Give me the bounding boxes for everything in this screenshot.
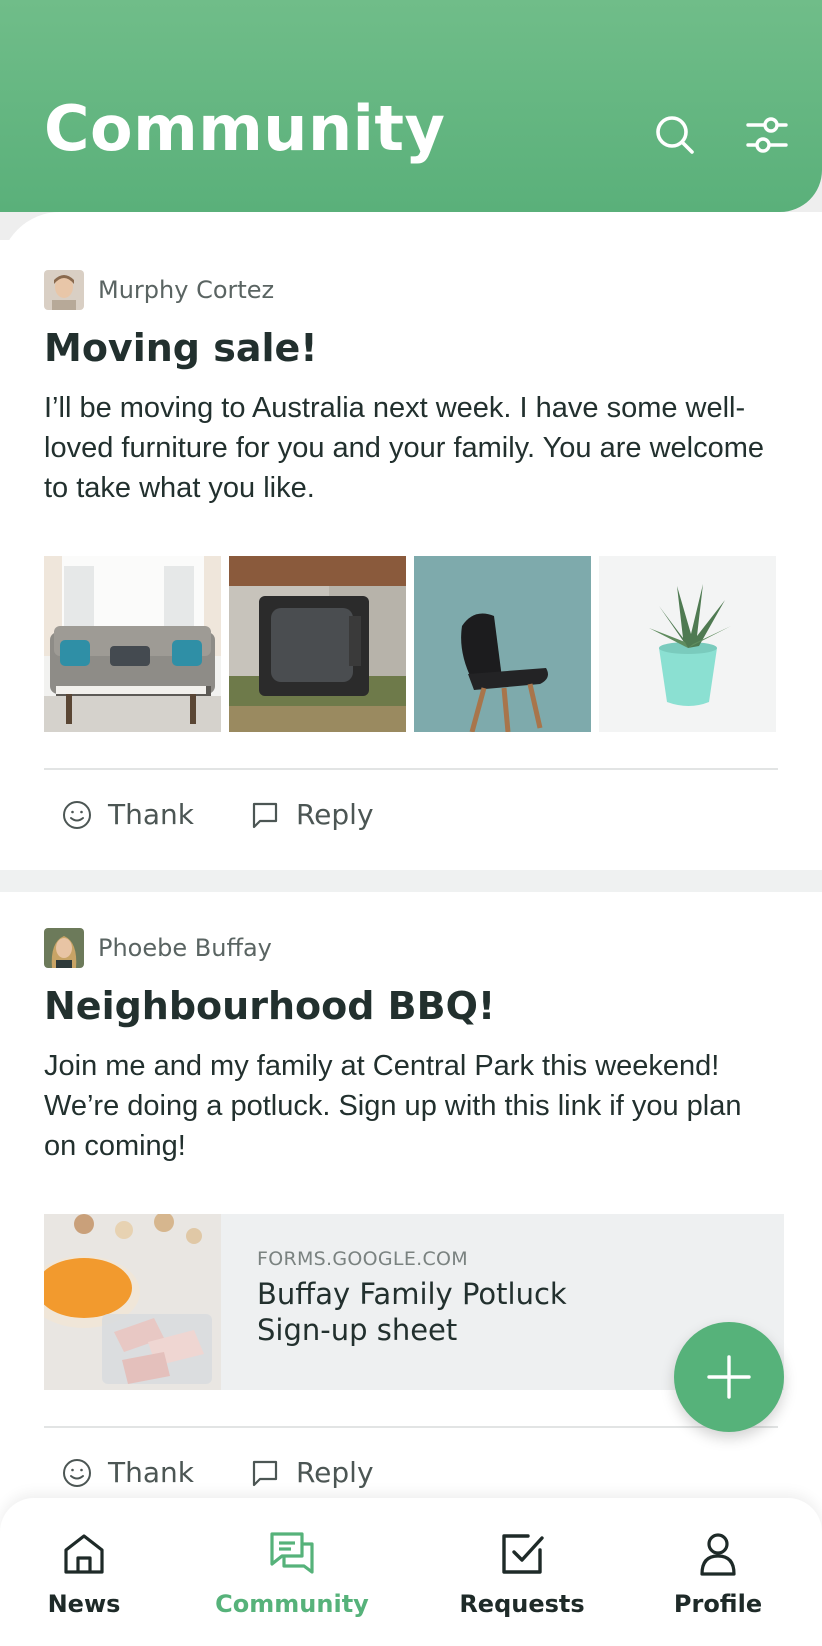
smile-icon: [63, 1458, 91, 1487]
home-icon: [64, 1534, 104, 1574]
new-post-button[interactable]: [674, 1322, 784, 1432]
post-title[interactable]: Moving sale!: [44, 326, 318, 370]
page-title: Community: [44, 92, 446, 165]
photo-tv[interactable]: [229, 556, 406, 732]
link-thumbnail: [44, 1214, 221, 1390]
plus-icon: [707, 1355, 751, 1399]
thank-label: Thank: [108, 1456, 194, 1489]
nav-item-requests[interactable]: Requests: [422, 1498, 622, 1646]
post-author[interactable]: Phoebe Buffay: [44, 928, 272, 968]
thank-label: Thank: [108, 798, 194, 831]
nav-item-community[interactable]: Community: [192, 1498, 392, 1646]
smile-icon: [63, 800, 91, 829]
author-name[interactable]: Phoebe Buffay: [98, 934, 272, 962]
post-title[interactable]: Neighbourhood BBQ!: [44, 984, 495, 1028]
post-actions: Thank Reply: [62, 798, 430, 831]
thank-button[interactable]: Thank: [62, 798, 194, 831]
post-actions: Thank Reply: [62, 1456, 430, 1489]
reply-icon: [252, 1460, 278, 1486]
nav-label: News: [47, 1590, 121, 1618]
nav-label: Requests: [459, 1590, 585, 1618]
nav-label: Profile: [673, 1590, 763, 1618]
reply-button[interactable]: Reply: [250, 1456, 374, 1489]
avatar[interactable]: [44, 270, 84, 310]
photo-plant[interactable]: [599, 556, 776, 732]
post-separator: [0, 870, 822, 892]
post-author[interactable]: Murphy Cortez: [44, 270, 274, 310]
thank-button[interactable]: Thank: [62, 1456, 194, 1489]
link-title: Buffay Family Potluck Sign-up sheet: [257, 1277, 567, 1347]
person-icon: [700, 1533, 736, 1576]
link-preview-card[interactable]: FORMS.GOOGLE.COM Buffay Family Potluck S…: [44, 1214, 784, 1390]
divider: [44, 768, 778, 770]
bottom-navigation: News Community Requests Profile: [0, 1498, 822, 1646]
reply-label: Reply: [295, 1456, 374, 1489]
avatar[interactable]: [44, 928, 84, 968]
divider: [44, 1426, 778, 1428]
search-icon[interactable]: [652, 112, 698, 158]
nav-item-news[interactable]: News: [0, 1498, 184, 1646]
reply-label: Reply: [295, 798, 374, 831]
content-curve: [0, 212, 822, 272]
reply-button[interactable]: Reply: [250, 798, 374, 831]
nav-item-profile[interactable]: Profile: [618, 1498, 818, 1646]
photo-sofa[interactable]: [44, 556, 221, 732]
author-name[interactable]: Murphy Cortez: [98, 276, 274, 304]
link-domain: FORMS.GOOGLE.COM: [257, 1248, 468, 1270]
post-body: Join me and my family at Central Park th…: [44, 1050, 742, 1162]
chat-icon: [270, 1532, 314, 1574]
photo-chair[interactable]: [414, 556, 591, 732]
reply-icon: [252, 802, 278, 828]
nav-label: Community: [215, 1590, 369, 1618]
filter-icon[interactable]: [744, 112, 790, 158]
post-photo-gallery: [44, 556, 776, 732]
checkbox-icon: [502, 1534, 544, 1574]
post-body: I’ll be moving to Australia next week. I…: [44, 392, 765, 504]
